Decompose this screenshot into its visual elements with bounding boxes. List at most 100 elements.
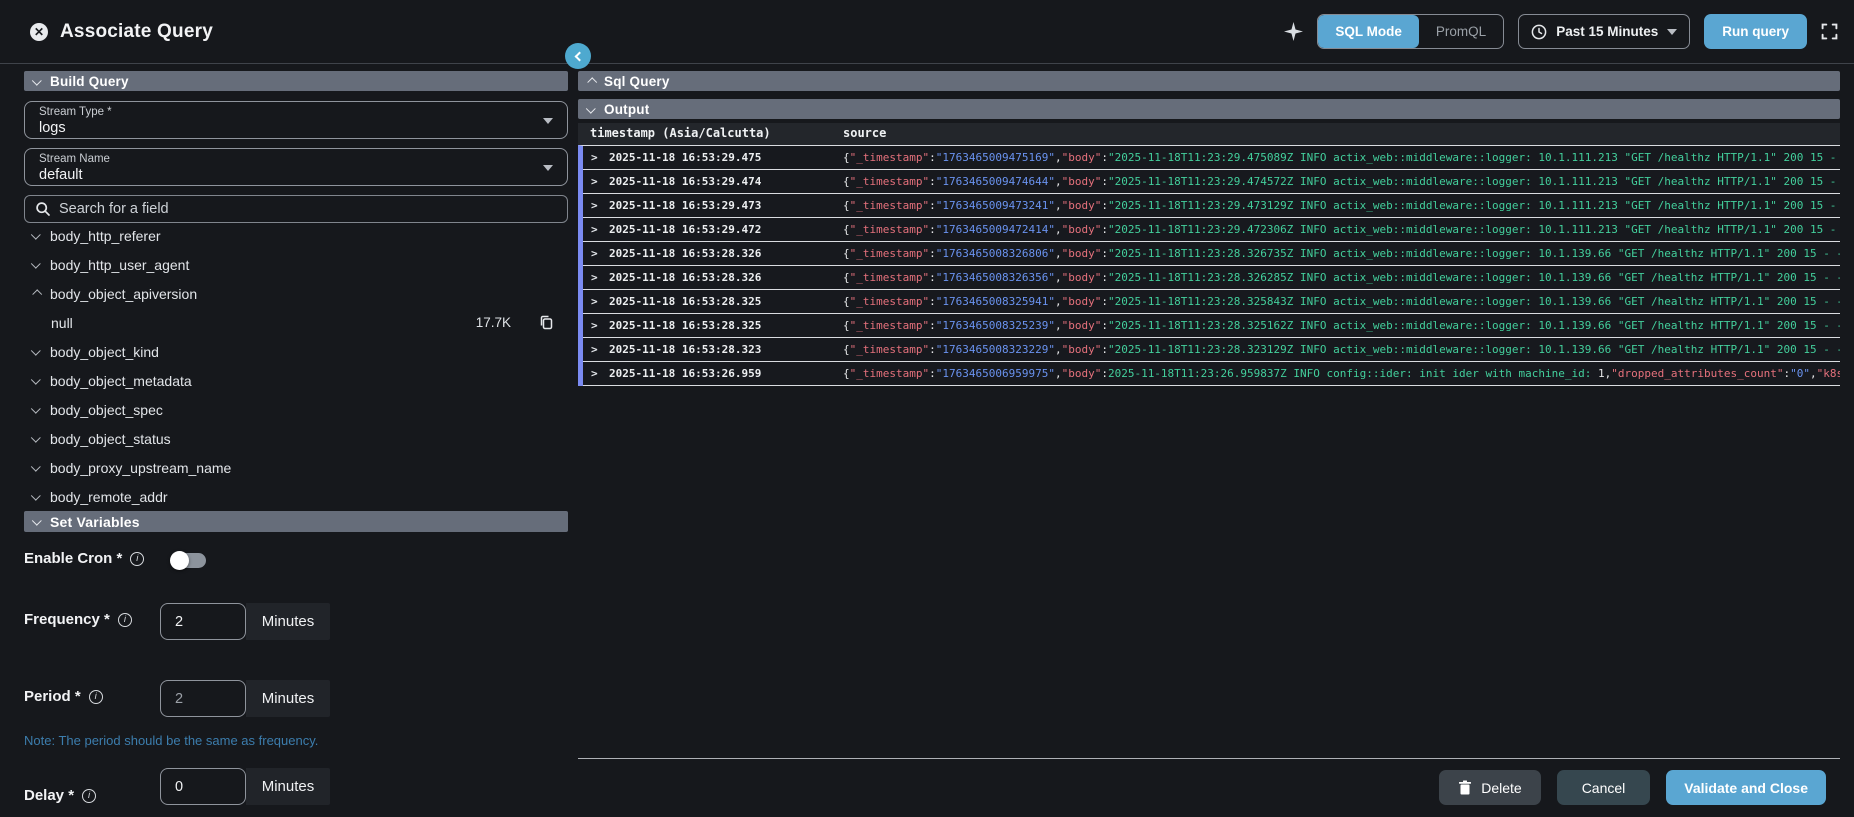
log-row[interactable]: >2025-11-18 16:53:29.472 {"_timestamp":"1… <box>583 218 1840 242</box>
chevron-down-icon[interactable] <box>30 345 41 356</box>
build-query-panel: Build Query Stream Type * logs Stream Na… <box>24 71 568 817</box>
row-source: {"_timestamp":"1763465009473241","body":… <box>843 199 1837 212</box>
source-column-header: source <box>843 126 887 140</box>
chevron-down-icon[interactable] <box>30 229 41 240</box>
close-icon[interactable]: ✕ <box>30 22 48 41</box>
expand-row-icon[interactable]: > <box>591 223 598 236</box>
log-row[interactable]: >2025-11-18 16:53:29.473 {"_timestamp":"1… <box>583 194 1840 218</box>
page-title: Associate Query <box>60 20 213 42</box>
delay-label: Delay * i <box>24 787 97 804</box>
section-title: Set Variables <box>50 513 140 530</box>
log-row[interactable]: >2025-11-18 16:53:28.325 {"_timestamp":"1… <box>583 314 1840 338</box>
field-search-input[interactable] <box>59 201 557 217</box>
field-name: body_object_status <box>50 430 171 447</box>
footer-divider <box>578 758 1840 759</box>
row-source: {"_timestamp":"1763465008326806","body":… <box>843 247 1840 260</box>
log-row[interactable]: >2025-11-18 16:53:29.474 {"_timestamp":"1… <box>583 170 1840 194</box>
period-note: Note: The period should be the same as f… <box>24 733 319 748</box>
row-timestamp: 2025-11-18 16:53:28.325 <box>609 319 762 332</box>
chevron-down-icon[interactable] <box>30 258 41 269</box>
field-value-count: 17.7K <box>475 315 511 330</box>
row-source: {"_timestamp":"1763465009472414","body":… <box>843 223 1837 236</box>
row-source: {"_timestamp":"1763465008326356","body":… <box>843 271 1840 284</box>
output-section-header[interactable]: Output <box>578 99 1840 119</box>
chevron-down-icon[interactable] <box>30 432 41 443</box>
timestamp-column-header: timestamp (Asia/Calcutta) <box>590 126 771 140</box>
field-row[interactable]: body_object_metadata <box>24 366 568 395</box>
field-name: body_remote_addr <box>50 488 168 505</box>
expand-row-icon[interactable]: > <box>591 247 598 260</box>
chevron-down-icon <box>31 75 42 86</box>
log-row[interactable]: >2025-11-18 16:53:28.323 {"_timestamp":"1… <box>583 338 1840 362</box>
field-name: body_object_kind <box>50 343 159 360</box>
field-row[interactable]: body_object_status <box>24 424 568 453</box>
expand-row-icon[interactable]: > <box>591 319 598 332</box>
field-row[interactable]: body_object_kind <box>24 337 568 366</box>
field-row[interactable]: body_object_apiversion <box>24 279 568 308</box>
info-icon[interactable]: i <box>117 612 132 627</box>
fullscreen-icon[interactable] <box>1821 23 1838 40</box>
build-query-section-header[interactable]: Build Query <box>24 71 568 91</box>
row-timestamp: 2025-11-18 16:53:28.323 <box>609 343 762 356</box>
field-row[interactable]: body_http_user_agent <box>24 250 568 279</box>
expand-row-icon[interactable]: > <box>591 343 598 356</box>
expand-row-icon[interactable]: > <box>591 367 598 380</box>
stream-type-value: logs <box>39 120 66 136</box>
stream-name-select[interactable]: Stream Name default <box>24 148 568 186</box>
search-icon <box>35 201 51 217</box>
field-row[interactable]: body_object_spec <box>24 395 568 424</box>
frequency-input[interactable] <box>160 603 246 640</box>
enable-cron-toggle[interactable] <box>170 551 206 570</box>
chevron-down-icon[interactable] <box>30 490 41 501</box>
info-icon[interactable]: i <box>88 689 103 704</box>
sql-query-section-header[interactable]: Sql Query <box>578 71 1840 91</box>
sql-mode-button[interactable]: SQL Mode <box>1318 15 1419 48</box>
field-row[interactable]: body_proxy_upstream_name <box>24 453 568 482</box>
row-timestamp: 2025-11-18 16:53:28.326 <box>609 271 762 284</box>
stream-name-label: Stream Name <box>39 153 110 165</box>
expand-row-icon[interactable]: > <box>591 295 598 308</box>
delay-input[interactable] <box>160 768 246 805</box>
log-row[interactable]: >2025-11-18 16:53:28.325 {"_timestamp":"1… <box>583 290 1840 314</box>
chevron-down-icon[interactable] <box>30 461 41 472</box>
expand-row-icon[interactable]: > <box>591 175 598 188</box>
stream-type-select[interactable]: Stream Type * logs <box>24 101 568 139</box>
row-timestamp: 2025-11-18 16:53:29.472 <box>609 223 762 236</box>
validate-and-close-button[interactable]: Validate and Close <box>1666 770 1826 805</box>
output-table-header: timestamp (Asia/Calcutta) source <box>578 123 1840 145</box>
info-icon[interactable]: i <box>82 788 97 803</box>
set-variables-section-header[interactable]: Set Variables <box>24 511 568 532</box>
expand-row-icon[interactable]: > <box>591 271 598 284</box>
log-row[interactable]: >2025-11-18 16:53:29.475 {"_timestamp":"1… <box>583 146 1840 170</box>
clock-icon <box>1531 24 1547 40</box>
field-row[interactable]: body_remote_addr <box>24 482 568 511</box>
chevron-down-icon[interactable] <box>30 403 41 414</box>
chevron-down-icon[interactable] <box>30 374 41 385</box>
top-header: ✕ Associate Query SQL Mode PromQL Past 1… <box>0 0 1854 64</box>
field-name: body_object_spec <box>50 401 163 418</box>
info-icon[interactable]: i <box>130 551 145 566</box>
stream-name-value: default <box>39 167 83 183</box>
copy-icon[interactable] <box>539 315 554 330</box>
time-range-label: Past 15 Minutes <box>1556 24 1659 39</box>
period-input[interactable] <box>160 680 246 717</box>
log-row[interactable]: >2025-11-18 16:53:28.326 {"_timestamp":"1… <box>583 242 1840 266</box>
collapse-panel-button[interactable] <box>565 43 591 69</box>
field-name: body_http_referer <box>50 227 161 244</box>
cancel-button[interactable]: Cancel <box>1556 770 1651 805</box>
sparkle-icon[interactable] <box>1284 22 1304 41</box>
row-timestamp: 2025-11-18 16:53:26.959 <box>609 367 762 380</box>
expand-row-icon[interactable]: > <box>591 199 598 212</box>
time-range-selector[interactable]: Past 15 Minutes <box>1518 14 1691 49</box>
promql-button[interactable]: PromQL <box>1419 15 1503 48</box>
log-row[interactable]: >2025-11-18 16:53:26.959 {"_timestamp":"1… <box>583 362 1840 386</box>
expand-row-icon[interactable]: > <box>591 151 598 164</box>
field-search-box <box>24 195 568 223</box>
delete-button[interactable]: Delete <box>1439 770 1541 805</box>
row-timestamp: 2025-11-18 16:53:29.475 <box>609 151 762 164</box>
log-row[interactable]: >2025-11-18 16:53:28.326 {"_timestamp":"1… <box>583 266 1840 290</box>
chevron-up-icon[interactable] <box>32 289 43 300</box>
field-row[interactable]: body_http_referer <box>24 221 568 250</box>
field-value-row[interactable]: null 17.7K <box>24 308 568 337</box>
run-query-button[interactable]: Run query <box>1704 14 1807 49</box>
